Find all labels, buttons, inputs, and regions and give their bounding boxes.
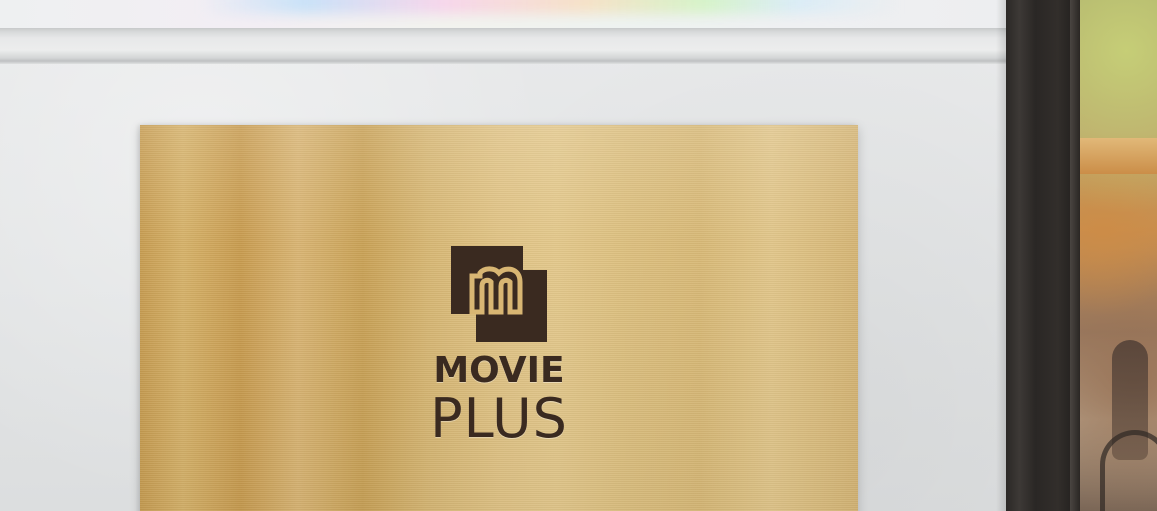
light-reflection <box>200 0 900 14</box>
brand-name-line-2: PLUS <box>430 387 568 450</box>
exterior-awning <box>1080 138 1157 174</box>
window-frame-edge <box>1070 0 1080 511</box>
window-frame <box>1006 0 1080 511</box>
exterior-railing <box>1100 430 1157 511</box>
photo-scene: MOVIE PLUS <box>0 0 1157 511</box>
m-monogram-icon <box>451 246 547 342</box>
wall-moulding <box>0 28 1006 64</box>
brand-name-line-1: MOVIE <box>433 350 565 391</box>
